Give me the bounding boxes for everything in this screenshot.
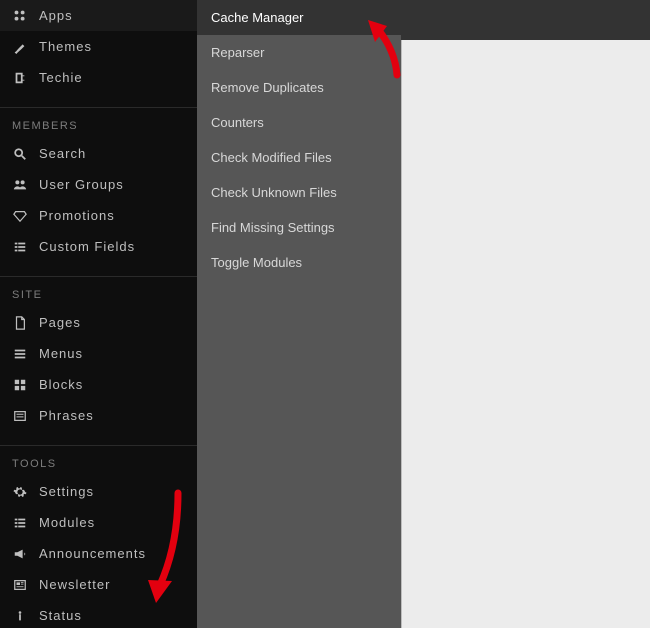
phrases-icon [12, 408, 27, 423]
sidebar-item-label: Themes [39, 39, 92, 54]
newsletter-icon [12, 577, 27, 592]
sidebar-section-members: MEMBERS [0, 107, 197, 138]
sidebar-item-newsletter[interactable]: Newsletter [0, 569, 197, 600]
submenu-item-label: Remove Duplicates [211, 80, 324, 95]
brush-icon [12, 39, 27, 54]
sidebar-item-label: Status [39, 608, 82, 623]
sidebar-section-tools: TOOLS [0, 445, 197, 476]
sidebar-item-label: Custom Fields [39, 239, 135, 254]
page-icon [12, 315, 27, 330]
sidebar-item-label: User Groups [39, 177, 124, 192]
sidebar-item-label: Promotions [39, 208, 115, 223]
sidebar-item-label: Newsletter [39, 577, 110, 592]
submenu-item-reparser[interactable]: Reparser [197, 35, 401, 70]
menu-icon [12, 346, 27, 361]
sidebar-section-site: SITE [0, 276, 197, 307]
sidebar-item-blocks[interactable]: Blocks [0, 369, 197, 400]
apps-icon [12, 8, 27, 23]
submenu-item-cache-manager[interactable]: Cache Manager [197, 0, 401, 35]
sidebar-item-announcements[interactable]: Announcements [0, 538, 197, 569]
sidebar-item-settings[interactable]: Settings [0, 476, 197, 507]
sidebar-item-search[interactable]: Search [0, 138, 197, 169]
content-area [401, 40, 650, 628]
submenu-item-toggle-modules[interactable]: Toggle Modules [197, 245, 401, 280]
sidebar-item-label: Phrases [39, 408, 94, 423]
submenu-item-label: Cache Manager [211, 10, 304, 25]
sidebar-item-phrases[interactable]: Phrases [0, 400, 197, 431]
sidebar-item-label: Techie [39, 70, 83, 85]
submenu-item-label: Check Modified Files [211, 150, 332, 165]
users-icon [12, 177, 27, 192]
techie-icon [12, 70, 27, 85]
submenu-item-label: Find Missing Settings [211, 220, 335, 235]
sidebar-item-themes[interactable]: Themes [0, 31, 197, 62]
submenu-item-find-missing-settings[interactable]: Find Missing Settings [197, 210, 401, 245]
sidebar-item-techie[interactable]: Techie [0, 62, 197, 93]
blocks-icon [12, 377, 27, 392]
sidebar-item-label: Pages [39, 315, 81, 330]
submenu-item-check-modified-files[interactable]: Check Modified Files [197, 140, 401, 175]
submenu: Cache Manager Reparser Remove Duplicates… [197, 0, 401, 628]
sidebar-item-promotions[interactable]: Promotions [0, 200, 197, 231]
sidebar-item-status[interactable]: Status [0, 600, 197, 628]
info-icon [12, 608, 27, 623]
submenu-item-label: Counters [211, 115, 264, 130]
bullhorn-icon [12, 546, 27, 561]
sidebar-item-label: Apps [39, 8, 73, 23]
submenu-item-label: Reparser [211, 45, 264, 60]
submenu-item-counters[interactable]: Counters [197, 105, 401, 140]
sidebar-item-modules[interactable]: Modules [0, 507, 197, 538]
sidebar-item-custom-fields[interactable]: Custom Fields [0, 231, 197, 262]
sidebar-item-apps[interactable]: Apps [0, 0, 197, 31]
list-icon [12, 239, 27, 254]
gear-icon [12, 484, 27, 499]
submenu-item-check-unknown-files[interactable]: Check Unknown Files [197, 175, 401, 210]
sidebar-item-label: Settings [39, 484, 94, 499]
sidebar-item-label: Blocks [39, 377, 83, 392]
sidebar-item-label: Menus [39, 346, 83, 361]
search-icon [12, 146, 27, 161]
sidebar-item-label: Search [39, 146, 86, 161]
submenu-item-label: Check Unknown Files [211, 185, 337, 200]
submenu-item-label: Toggle Modules [211, 255, 302, 270]
sidebar-item-label: Modules [39, 515, 95, 530]
diamond-icon [12, 208, 27, 223]
modules-icon [12, 515, 27, 530]
sidebar-item-menus[interactable]: Menus [0, 338, 197, 369]
sidebar-item-label: Announcements [39, 546, 146, 561]
submenu-item-remove-duplicates[interactable]: Remove Duplicates [197, 70, 401, 105]
sidebar: Apps Themes Techie MEMBERS Search User G… [0, 0, 197, 628]
sidebar-item-user-groups[interactable]: User Groups [0, 169, 197, 200]
sidebar-item-pages[interactable]: Pages [0, 307, 197, 338]
